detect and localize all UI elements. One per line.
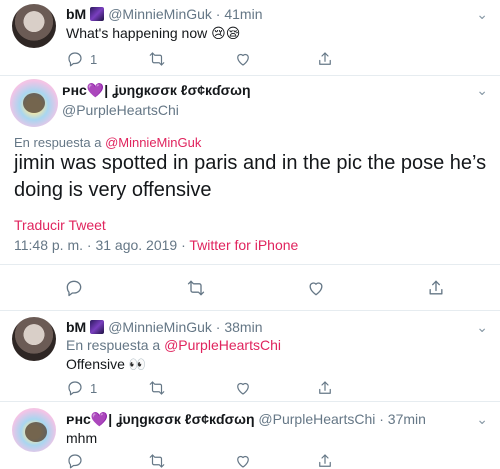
heart-icon (309, 282, 323, 296)
replying-to: En respuesta a @PurpleHeartsChi (66, 337, 281, 353)
translate-link[interactable]: Traducir Tweet (14, 217, 106, 233)
share-icon (319, 381, 331, 394)
divider (0, 264, 500, 265)
tweet-time[interactable]: · 37min (379, 411, 426, 427)
tweet-1[interactable]: bM @MinnieMinGuk · 41min ⌄ What's happeni… (0, 0, 500, 78)
replying-to-link[interactable]: @PurpleHeartsChi (164, 337, 281, 353)
tweet-text: What's happening now 😢😪 (66, 25, 241, 41)
retweet-button[interactable] (148, 50, 166, 68)
share-button[interactable] (316, 50, 334, 68)
heart-icon (237, 382, 249, 395)
reply-count: 1 (90, 380, 98, 396)
reply-icon (68, 381, 82, 396)
reply-icon (66, 280, 82, 297)
source-link[interactable]: Twitter for iPhone (189, 237, 298, 253)
chevron-down-icon[interactable]: ⌄ (476, 82, 488, 99)
retweet-icon (149, 454, 165, 468)
retweet-button[interactable] (148, 452, 166, 469)
tweet-actions (66, 452, 486, 469)
share-icon (319, 454, 331, 467)
retweet-icon (149, 381, 165, 395)
heart-icon (237, 455, 249, 468)
tweet-header: ᴘнc💜| ʝυηgкσσк ℓσ¢кɗσωη @PurpleHeartsChi… (66, 411, 426, 428)
author-name[interactable]: ᴘнc💜| ʝυηgкσσк ℓσ¢кɗσωη (62, 82, 251, 99)
like-button[interactable] (234, 379, 252, 397)
author-handle[interactable]: @MinnieMinGuk (108, 6, 212, 22)
tweet-text: jimin was spotted in paris and in the pi… (14, 152, 487, 201)
chevron-down-icon[interactable]: ⌄ (476, 6, 488, 23)
replying-to-link[interactable]: @MinnieMinGuk (105, 135, 201, 150)
tweet-actions: 1 (66, 50, 486, 70)
tweet-actions: 1 (66, 379, 486, 399)
emoji-badge-icon (90, 7, 105, 21)
emoji-badge-icon (90, 320, 105, 334)
retweet-button[interactable] (186, 278, 206, 298)
author-handle[interactable]: @PurpleHeartsChi (258, 411, 375, 427)
tweet-4[interactable]: ᴘнc💜| ʝυηgкσσк ℓσ¢кɗσωη @PurpleHeartsChi… (0, 402, 500, 469)
like-button[interactable] (234, 452, 252, 469)
author-name[interactable]: ᴘнc💜| ʝυηgкσσк ℓσ¢кɗσωη (66, 411, 255, 427)
reply-button[interactable] (66, 452, 84, 469)
meta-separator: · (177, 237, 190, 253)
focused-tweet-actions (64, 278, 464, 298)
retweet-icon (149, 52, 165, 66)
avatar[interactable] (12, 408, 56, 452)
share-button[interactable] (316, 379, 334, 397)
share-button[interactable] (426, 278, 446, 298)
timestamp[interactable]: 11:48 p. m. · 31 ago. 2019 (14, 237, 177, 253)
share-icon (319, 52, 331, 65)
tweet-text: Offensive 👀 (66, 356, 147, 372)
like-button[interactable] (234, 50, 252, 68)
author-name[interactable]: bM (66, 6, 86, 22)
replying-prefix: En respuesta a (14, 135, 106, 150)
replying-prefix: En respuesta a (66, 337, 165, 353)
author-name[interactable]: bM (66, 319, 86, 335)
tweet-time[interactable]: · 41min (216, 6, 263, 22)
avatar[interactable] (12, 317, 56, 361)
author-handle[interactable]: @MinnieMinGuk (108, 319, 212, 335)
reply-count: 1 (90, 51, 98, 67)
chevron-down-icon[interactable]: ⌄ (476, 319, 488, 336)
author-handle[interactable]: @PurpleHeartsChi (62, 102, 179, 118)
retweet-button[interactable] (148, 379, 166, 397)
reply-icon (68, 454, 82, 469)
tweet-header: bM @MinnieMinGuk · 38min (66, 319, 262, 335)
reply-button[interactable] (64, 278, 84, 298)
reply-button[interactable]: 1 (66, 50, 97, 68)
tweet-text: mhm (66, 430, 98, 446)
retweet-icon (187, 280, 205, 296)
reply-icon (68, 52, 82, 67)
replying-to: En respuesta a @MinnieMinGuk (14, 135, 201, 150)
chevron-down-icon[interactable]: ⌄ (476, 411, 488, 428)
heart-icon (237, 53, 249, 66)
tweet-3[interactable]: bM @MinnieMinGuk · 38min ⌄ En respuesta a… (0, 311, 500, 403)
share-icon (429, 280, 443, 295)
share-button[interactable] (316, 452, 334, 469)
like-button[interactable] (306, 278, 326, 298)
reply-button[interactable]: 1 (66, 379, 97, 397)
avatar[interactable] (10, 79, 58, 127)
tweet-header: bM @MinnieMinGuk · 41min (66, 6, 262, 22)
avatar[interactable] (12, 4, 56, 48)
tweet-meta: 11:48 p. m. · 31 ago. 2019 · Twitter for… (14, 237, 298, 253)
tweet-time[interactable]: · 38min (216, 319, 263, 335)
